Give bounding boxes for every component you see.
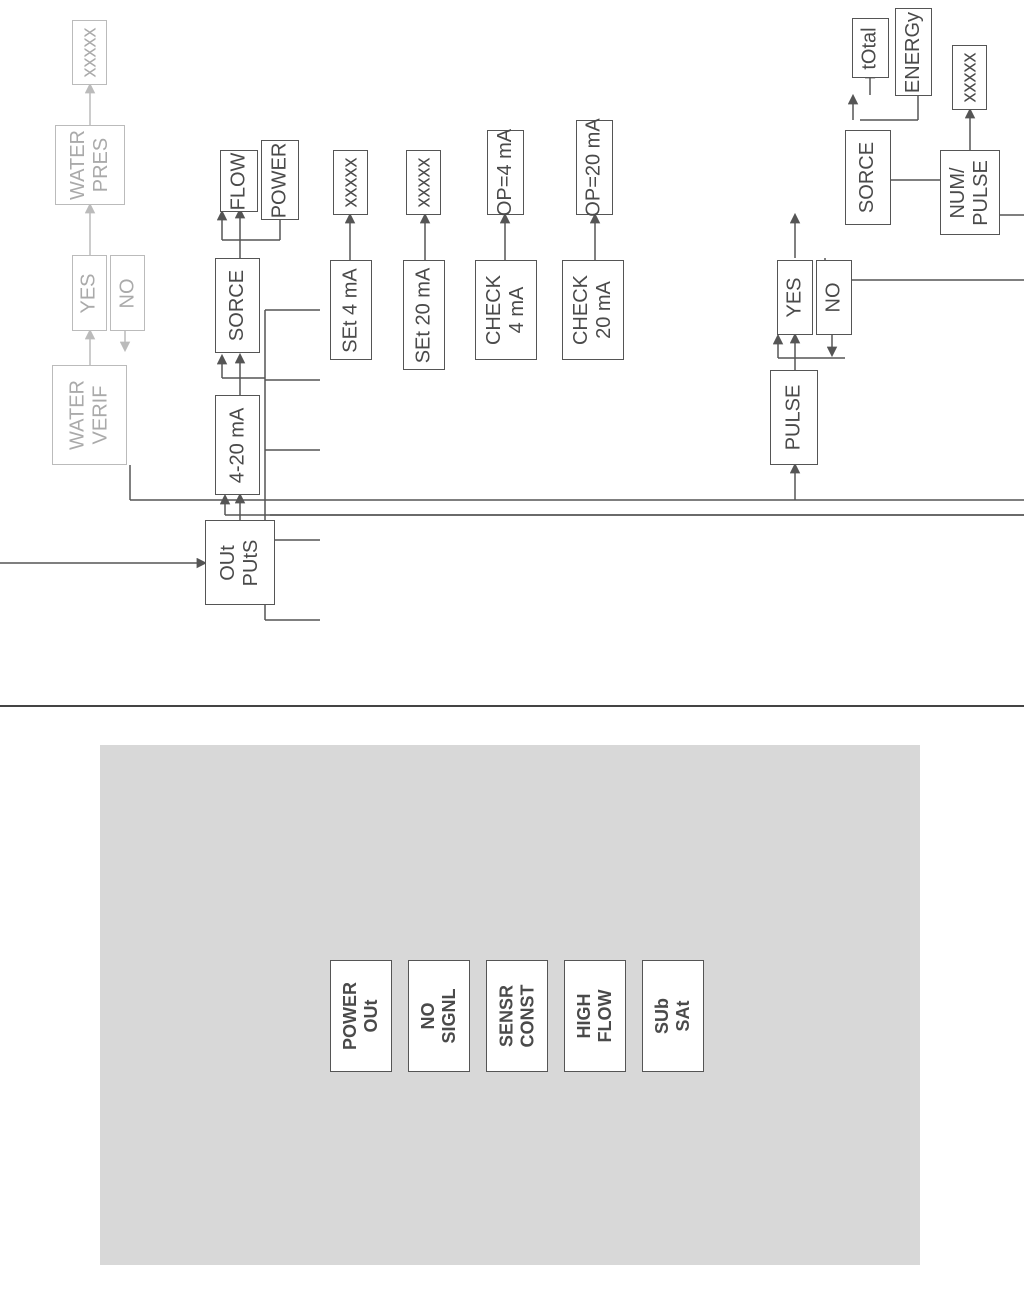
section-divider: [0, 705, 1024, 707]
label: POWER OUt: [340, 982, 382, 1050]
label: NO SIGNL: [418, 986, 460, 1046]
node-water-verif: WATER VERIF: [52, 365, 127, 465]
node-outputs: OUt PUtS: [205, 520, 275, 605]
node-yes-pulse: YES: [777, 260, 813, 335]
label: xxxxx: [412, 158, 435, 208]
label: SEt 4 mA: [340, 268, 363, 352]
node-energy: ENERGy: [895, 8, 932, 96]
node-check20: CHECK 20 mA: [562, 260, 624, 360]
node-no-pulse: NO: [816, 260, 852, 335]
label: CHECK 4 mA: [483, 275, 529, 345]
label: POWER: [269, 142, 292, 218]
err-power-out: POWER OUt: [330, 960, 392, 1072]
label: CHECK 20 mA: [570, 275, 616, 345]
err-high-flow: HIGH FLOW: [564, 960, 626, 1072]
label: WATER VERIF: [67, 379, 113, 452]
label: xxxxx: [339, 158, 362, 208]
label: SEt 20 mA: [413, 267, 436, 363]
label: PULSE: [783, 385, 806, 451]
error-panel: POWER OUt NO SIGNL SENSR CONST HIGH FLOW…: [100, 745, 920, 1265]
label: 4-20 mA: [226, 407, 249, 483]
node-set4: SEt 4 mA: [330, 260, 372, 360]
label: SORCE: [226, 270, 249, 341]
label: ENERGy: [902, 11, 925, 92]
node-flow: FLOW: [220, 150, 258, 212]
node-sorce-pulse: SORCE: [845, 130, 891, 225]
label: OP=20 mA: [583, 118, 606, 216]
node-yes-wp: YES: [72, 255, 107, 331]
node-pulse: PULSE: [770, 370, 818, 465]
node-op20: OP=20 mA: [576, 120, 613, 215]
label: OP=4 mA: [494, 129, 517, 216]
node-total: tOtal: [852, 18, 889, 78]
node-set20: SEt 20 mA: [403, 260, 445, 370]
label: SUb SAt: [652, 986, 694, 1046]
node-op4: OP=4 mA: [487, 130, 524, 215]
label: tOtal: [859, 27, 882, 69]
label: xxxxx: [78, 28, 101, 78]
node-no-wp: NO: [110, 255, 145, 331]
node-num-pulse: NUM/ PULSE: [940, 150, 1000, 235]
label: YES: [784, 277, 807, 317]
node-sorce-a: SORCE: [215, 258, 260, 353]
err-sensr-const: SENSR CONST: [486, 960, 548, 1072]
label: WATER PRES: [67, 130, 113, 200]
node-set4-xxxxx: xxxxx: [333, 150, 368, 215]
node-water-pres: WATER PRES: [55, 125, 125, 205]
node-check4: CHECK 4 mA: [475, 260, 537, 360]
err-sub-sat: SUb SAt: [642, 960, 704, 1072]
label: NO: [116, 278, 139, 308]
node-numpulse-xxxxx: xxxxx: [952, 45, 987, 110]
node-4-20ma: 4-20 mA: [215, 395, 260, 495]
node-set20-xxxxx: xxxxx: [406, 150, 441, 215]
label: SENSR CONST: [496, 985, 538, 1048]
err-no-signl: NO SIGNL: [408, 960, 470, 1072]
label: NUM/ PULSE: [947, 160, 993, 226]
label: xxxxx: [958, 53, 981, 103]
label: YES: [78, 273, 101, 313]
node-power: POWER: [261, 140, 299, 220]
label: FLOW: [228, 152, 251, 210]
label: NO: [823, 283, 846, 313]
label: OUt PUtS: [217, 529, 263, 597]
node-xxxxx-wp: xxxxx: [72, 20, 107, 85]
label: SORCE: [857, 142, 880, 213]
label: HIGH FLOW: [574, 986, 616, 1046]
